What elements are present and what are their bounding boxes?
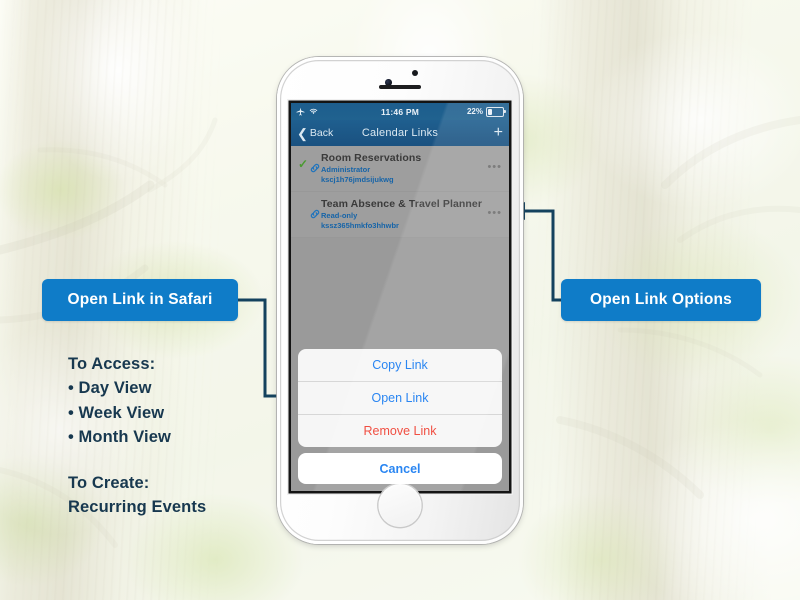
link-code: kssz365hmkfo3hhwbr <box>321 220 399 230</box>
calendar-links-list: ✓ Room Reservations Administrator kscj1h… <box>291 146 509 238</box>
access-heading: To Access: <box>68 355 156 373</box>
link-title: Room Reservations <box>321 152 422 164</box>
chain-link-icon <box>310 209 320 219</box>
earpiece-speaker-icon <box>379 85 421 89</box>
battery-icon <box>486 106 506 117</box>
copy-link-button[interactable]: Copy Link <box>298 349 502 382</box>
link-role: Read-only <box>321 211 358 220</box>
cancel-button[interactable]: Cancel <box>298 453 502 484</box>
action-sheet-options-group: Copy Link Open Link Remove Link <box>298 349 502 447</box>
row-options-button[interactable]: ••• <box>487 208 502 219</box>
ios-status-bar: 11:46 PM 22% <box>291 103 509 120</box>
link-role: Administrator <box>321 165 371 174</box>
proximity-sensor-icon <box>412 70 418 76</box>
page-title: Calendar Links <box>361 127 439 139</box>
list-item[interactable]: Team Absence & Travel Planner Read-only … <box>291 192 509 238</box>
phone-screen: 11:46 PM 22% ❮ Back Calendar Links + ✓ R… <box>291 103 509 491</box>
app-navigation-bar: ❮ Back Calendar Links + <box>291 120 509 146</box>
access-item-week-view: • Week View <box>68 403 165 422</box>
open-link-button[interactable]: Open Link <box>298 382 502 415</box>
remove-link-button[interactable]: Remove Link <box>298 415 502 447</box>
battery-fill <box>488 108 492 115</box>
link-code: kscj1h76jmdsijukwg <box>321 174 394 184</box>
create-heading: To Create: <box>68 474 150 493</box>
iphone-device-mockup: 11:46 PM 22% ❮ Back Calendar Links + ✓ R… <box>277 57 523 544</box>
status-bar-clock: 11:46 PM <box>381 106 419 117</box>
access-item-day-view: • Day View <box>68 379 152 398</box>
row-options-button[interactable]: ••• <box>487 162 502 173</box>
create-item-recurring-events: Recurring Events <box>68 498 207 517</box>
callout-open-link-in-safari: Open Link in Safari <box>42 279 238 321</box>
list-item[interactable]: ✓ Room Reservations Administrator kscj1h… <box>291 146 509 192</box>
callout-open-link-options: Open Link Options <box>561 279 761 321</box>
chain-link-icon <box>310 163 320 173</box>
access-item-month-view: • Month View <box>68 427 171 446</box>
instructions-text-block: To Access: • Day View • Week View • Mont… <box>68 352 206 520</box>
action-sheet: Copy Link Open Link Remove Link Cancel <box>291 343 509 491</box>
link-title: Team Absence & Travel Planner <box>321 198 483 210</box>
screenshot-canvas: Open Link in Safari Open Link Options To… <box>0 0 800 600</box>
text-spacer <box>68 449 206 471</box>
checkmark-icon: ✓ <box>298 157 309 171</box>
